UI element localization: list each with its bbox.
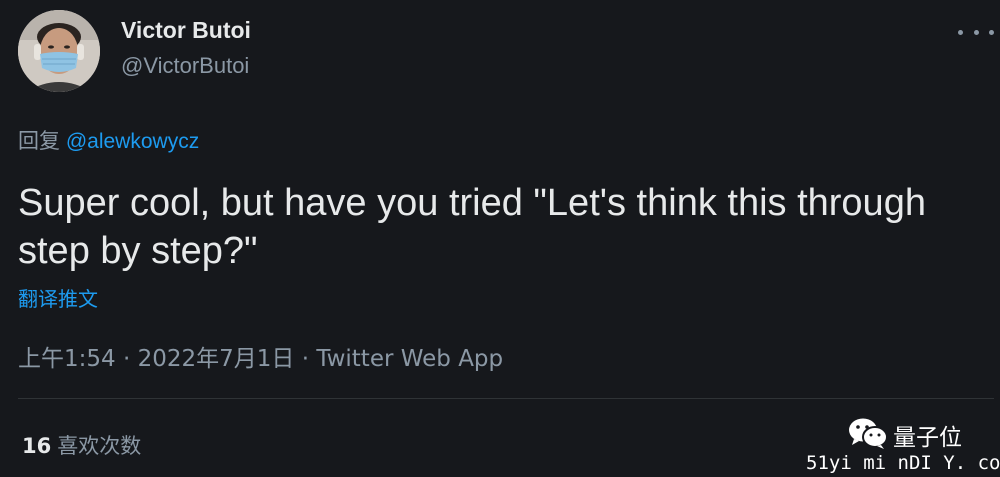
tweet-time[interactable]: 上午1:54 [18, 346, 116, 372]
author-handle[interactable]: @VictorButoi [121, 53, 249, 79]
tweet-metadata: 上午1:54 · 2022年7月1日 · Twitter Web App [18, 339, 503, 373]
more-horizontal-icon-dot [958, 29, 963, 35]
avatar[interactable] [18, 10, 100, 92]
likes-stat[interactable]: 16 喜欢次数 [22, 430, 141, 460]
meta-separator: · [301, 346, 317, 372]
avatar-image [18, 10, 100, 92]
wechat-logo-icon [849, 418, 888, 449]
tweet-text: Super cool, but have you tried "Let's th… [18, 182, 926, 272]
reply-context: 回复 @alewkowycz [18, 125, 199, 155]
likes-label: 喜欢次数 [57, 434, 142, 458]
tweet-date[interactable]: 2022年7月1日 [138, 346, 295, 372]
meta-separator: · [122, 346, 138, 372]
divider [18, 398, 994, 399]
author-display-name[interactable]: Victor Butoi [121, 17, 251, 44]
reply-prefix: 回复 [18, 129, 60, 153]
translate-tweet-link[interactable]: 翻译推文 [18, 283, 98, 312]
more-horizontal-icon-dot [973, 29, 979, 35]
watermark-site: 51yi mi nDI Y. com [806, 452, 1000, 474]
more-options-button[interactable] [958, 22, 994, 42]
watermark-brand: 量子位 [893, 425, 962, 451]
tweet-source[interactable]: Twitter Web App [316, 346, 503, 372]
reply-mention-link[interactable]: @alewkowycz [66, 130, 199, 153]
more-horizontal-icon-dot [989, 29, 994, 35]
tweet-card: Victor Butoi @VictorButoi 回复 @alewkowycz… [0, 0, 1000, 477]
likes-count: 16 [22, 434, 52, 458]
